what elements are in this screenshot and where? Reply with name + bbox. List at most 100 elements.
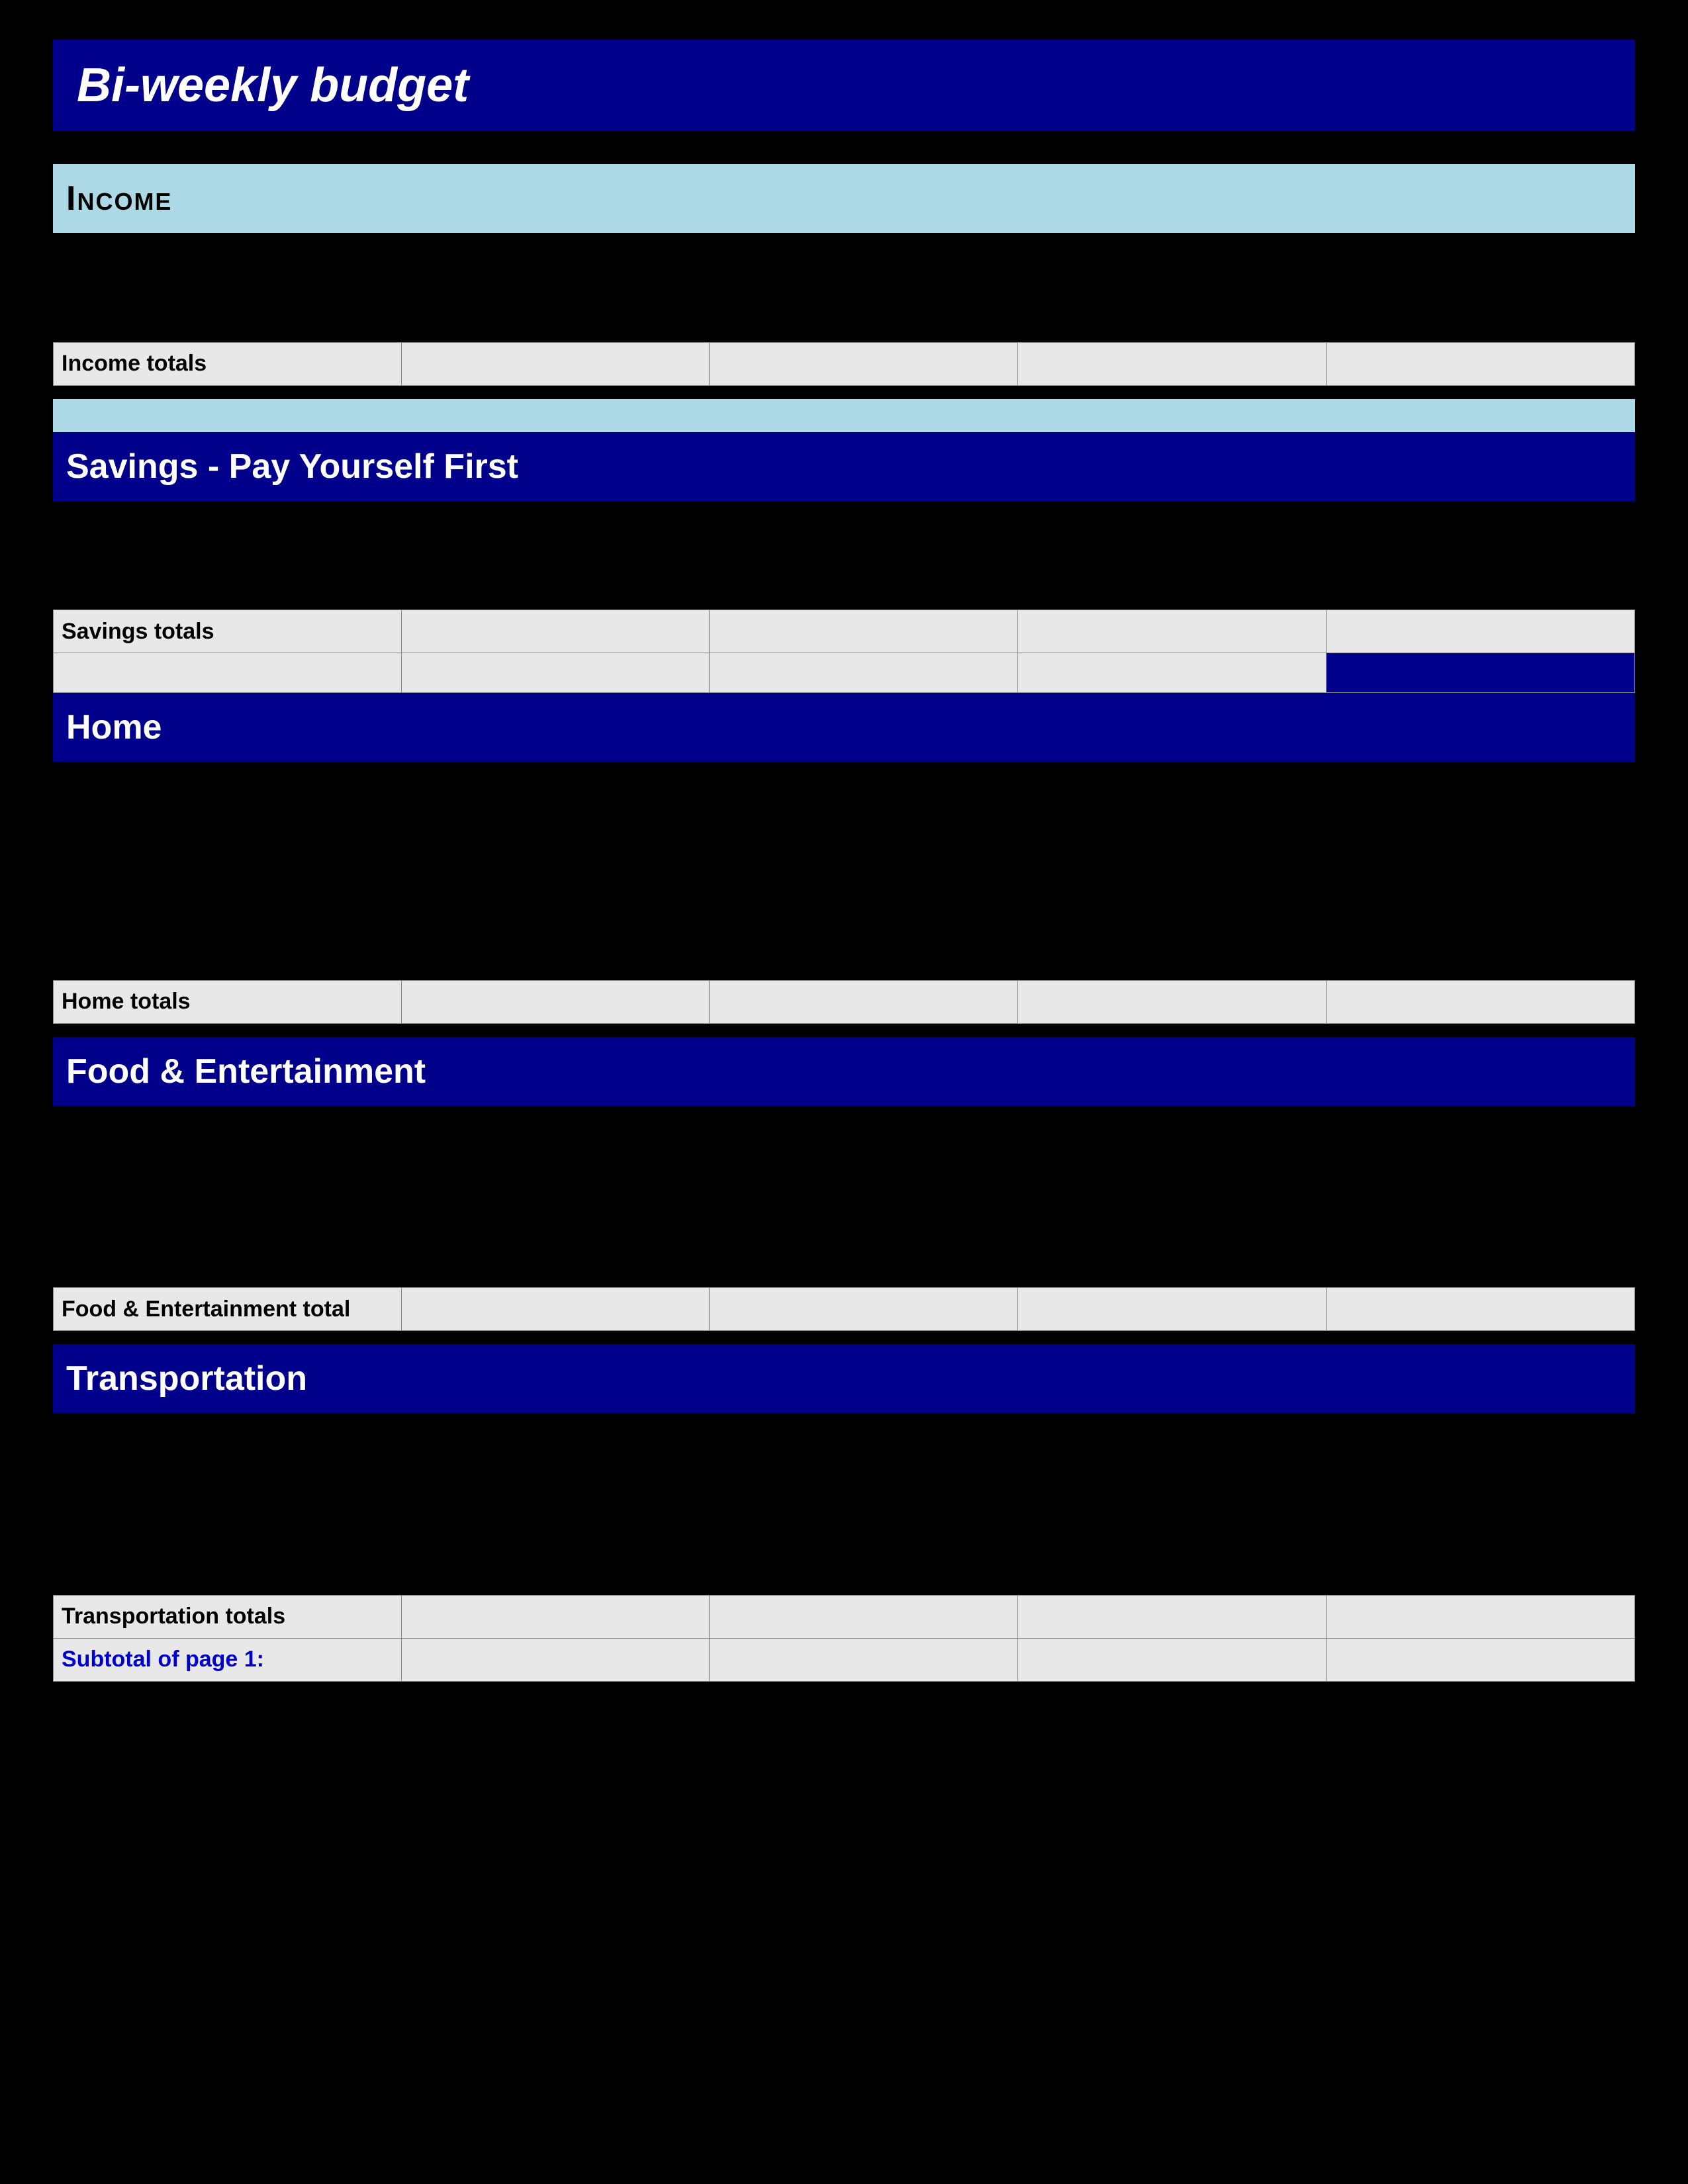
- table-cell: [401, 798, 710, 835]
- table-row: [54, 798, 1635, 835]
- table-cell: [1327, 980, 1635, 1023]
- table-cell: [54, 871, 402, 907]
- table-cell: [54, 944, 402, 980]
- table-cell: [1327, 233, 1635, 269]
- table-cell: [54, 1486, 402, 1522]
- table-cell: [401, 1413, 710, 1449]
- subtotal-label: Subtotal of page 1:: [54, 1638, 402, 1681]
- table-cell: [401, 1251, 710, 1288]
- table-cell: [1018, 1638, 1327, 1681]
- table-cell: [401, 1215, 710, 1251]
- table-cell: [710, 1486, 1018, 1522]
- table-cell: [1018, 574, 1327, 610]
- table-cell: [54, 1559, 402, 1595]
- table-cell: [1018, 1251, 1327, 1288]
- table-cell: [401, 1638, 710, 1681]
- table-row: [54, 1449, 1635, 1486]
- table-cell: [1018, 980, 1327, 1023]
- table-cell: [54, 653, 402, 693]
- table-cell: [1327, 1413, 1635, 1449]
- savings-table: Savings totals: [53, 501, 1635, 694]
- table-cell: [54, 1449, 402, 1486]
- table-cell: [710, 306, 1018, 342]
- savings-totals-label: Savings totals: [54, 610, 402, 653]
- table-cell: [54, 574, 402, 610]
- table-cell: [1327, 269, 1635, 306]
- table-cell: [401, 653, 710, 693]
- table-row: [54, 944, 1635, 980]
- table-cell: [1327, 1179, 1635, 1215]
- table-cell: [401, 574, 710, 610]
- table-cell: [710, 1288, 1018, 1331]
- table-cell: [1018, 1179, 1327, 1215]
- table-cell: [710, 1251, 1018, 1288]
- table-cell: [710, 610, 1018, 653]
- income-section: Income: [53, 164, 1635, 386]
- home-title: Home: [66, 708, 162, 747]
- table-cell: [710, 907, 1018, 944]
- table-cell: [54, 1413, 402, 1449]
- table-cell: [54, 1179, 402, 1215]
- table-cell: [710, 835, 1018, 871]
- table-cell: [710, 342, 1018, 385]
- subtotal-row: Subtotal of page 1:: [54, 1638, 1635, 1681]
- table-cell: [1018, 1559, 1327, 1595]
- table-cell: [1327, 1559, 1635, 1595]
- transportation-totals-row: Transportation totals: [54, 1595, 1635, 1638]
- income-totals-row: Income totals: [54, 342, 1635, 385]
- table-cell: [1018, 1142, 1327, 1179]
- table-cell: [54, 762, 402, 798]
- table-cell: [401, 1288, 710, 1331]
- table-cell: [401, 871, 710, 907]
- table-cell: [1018, 233, 1327, 269]
- table-cell: [54, 835, 402, 871]
- table-cell: [1018, 501, 1327, 537]
- income-table: Income totals: [53, 233, 1635, 386]
- table-cell: [1018, 610, 1327, 653]
- table-cell: [1018, 871, 1327, 907]
- food-header: Food & Entertainment: [53, 1037, 1635, 1106]
- table-cell: [1018, 835, 1327, 871]
- table-cell: [401, 537, 710, 574]
- table-row: [54, 269, 1635, 306]
- table-cell: [1018, 537, 1327, 574]
- savings-header-light: [53, 399, 1635, 432]
- table-row: [54, 1559, 1635, 1595]
- table-row: [54, 653, 1635, 693]
- table-cell: [710, 653, 1018, 693]
- table-cell: [401, 501, 710, 537]
- table-cell: [1018, 1595, 1327, 1638]
- table-cell: [1327, 762, 1635, 798]
- food-totals-label: Food & Entertainment total: [54, 1288, 402, 1331]
- table-row: [54, 1179, 1635, 1215]
- table-cell: [401, 233, 710, 269]
- table-cell: [710, 1142, 1018, 1179]
- table-cell: [710, 1413, 1018, 1449]
- table-cell: [1327, 501, 1635, 537]
- table-cell: [401, 1522, 710, 1559]
- table-cell: [401, 1595, 710, 1638]
- table-cell: [54, 1251, 402, 1288]
- table-cell: [1327, 1638, 1635, 1681]
- table-row: [54, 1522, 1635, 1559]
- table-cell: [1327, 835, 1635, 871]
- home-section: Home: [53, 693, 1635, 1024]
- table-row: [54, 1413, 1635, 1449]
- transportation-table: Transportation totals Subtotal of page 1…: [53, 1413, 1635, 1682]
- table-row: [54, 233, 1635, 269]
- table-cell: [401, 835, 710, 871]
- table-cell: [401, 610, 710, 653]
- table-cell: [401, 907, 710, 944]
- table-cell: [710, 762, 1018, 798]
- home-totals-label: Home totals: [54, 980, 402, 1023]
- table-row: [54, 574, 1635, 610]
- table-cell: [1018, 1449, 1327, 1486]
- table-cell: [1018, 653, 1327, 693]
- table-cell: [710, 1522, 1018, 1559]
- table-cell: [710, 1449, 1018, 1486]
- table-cell: [710, 501, 1018, 537]
- table-cell: [401, 1559, 710, 1595]
- table-cell: [710, 944, 1018, 980]
- savings-totals-row: Savings totals: [54, 610, 1635, 653]
- table-cell: [1018, 1215, 1327, 1251]
